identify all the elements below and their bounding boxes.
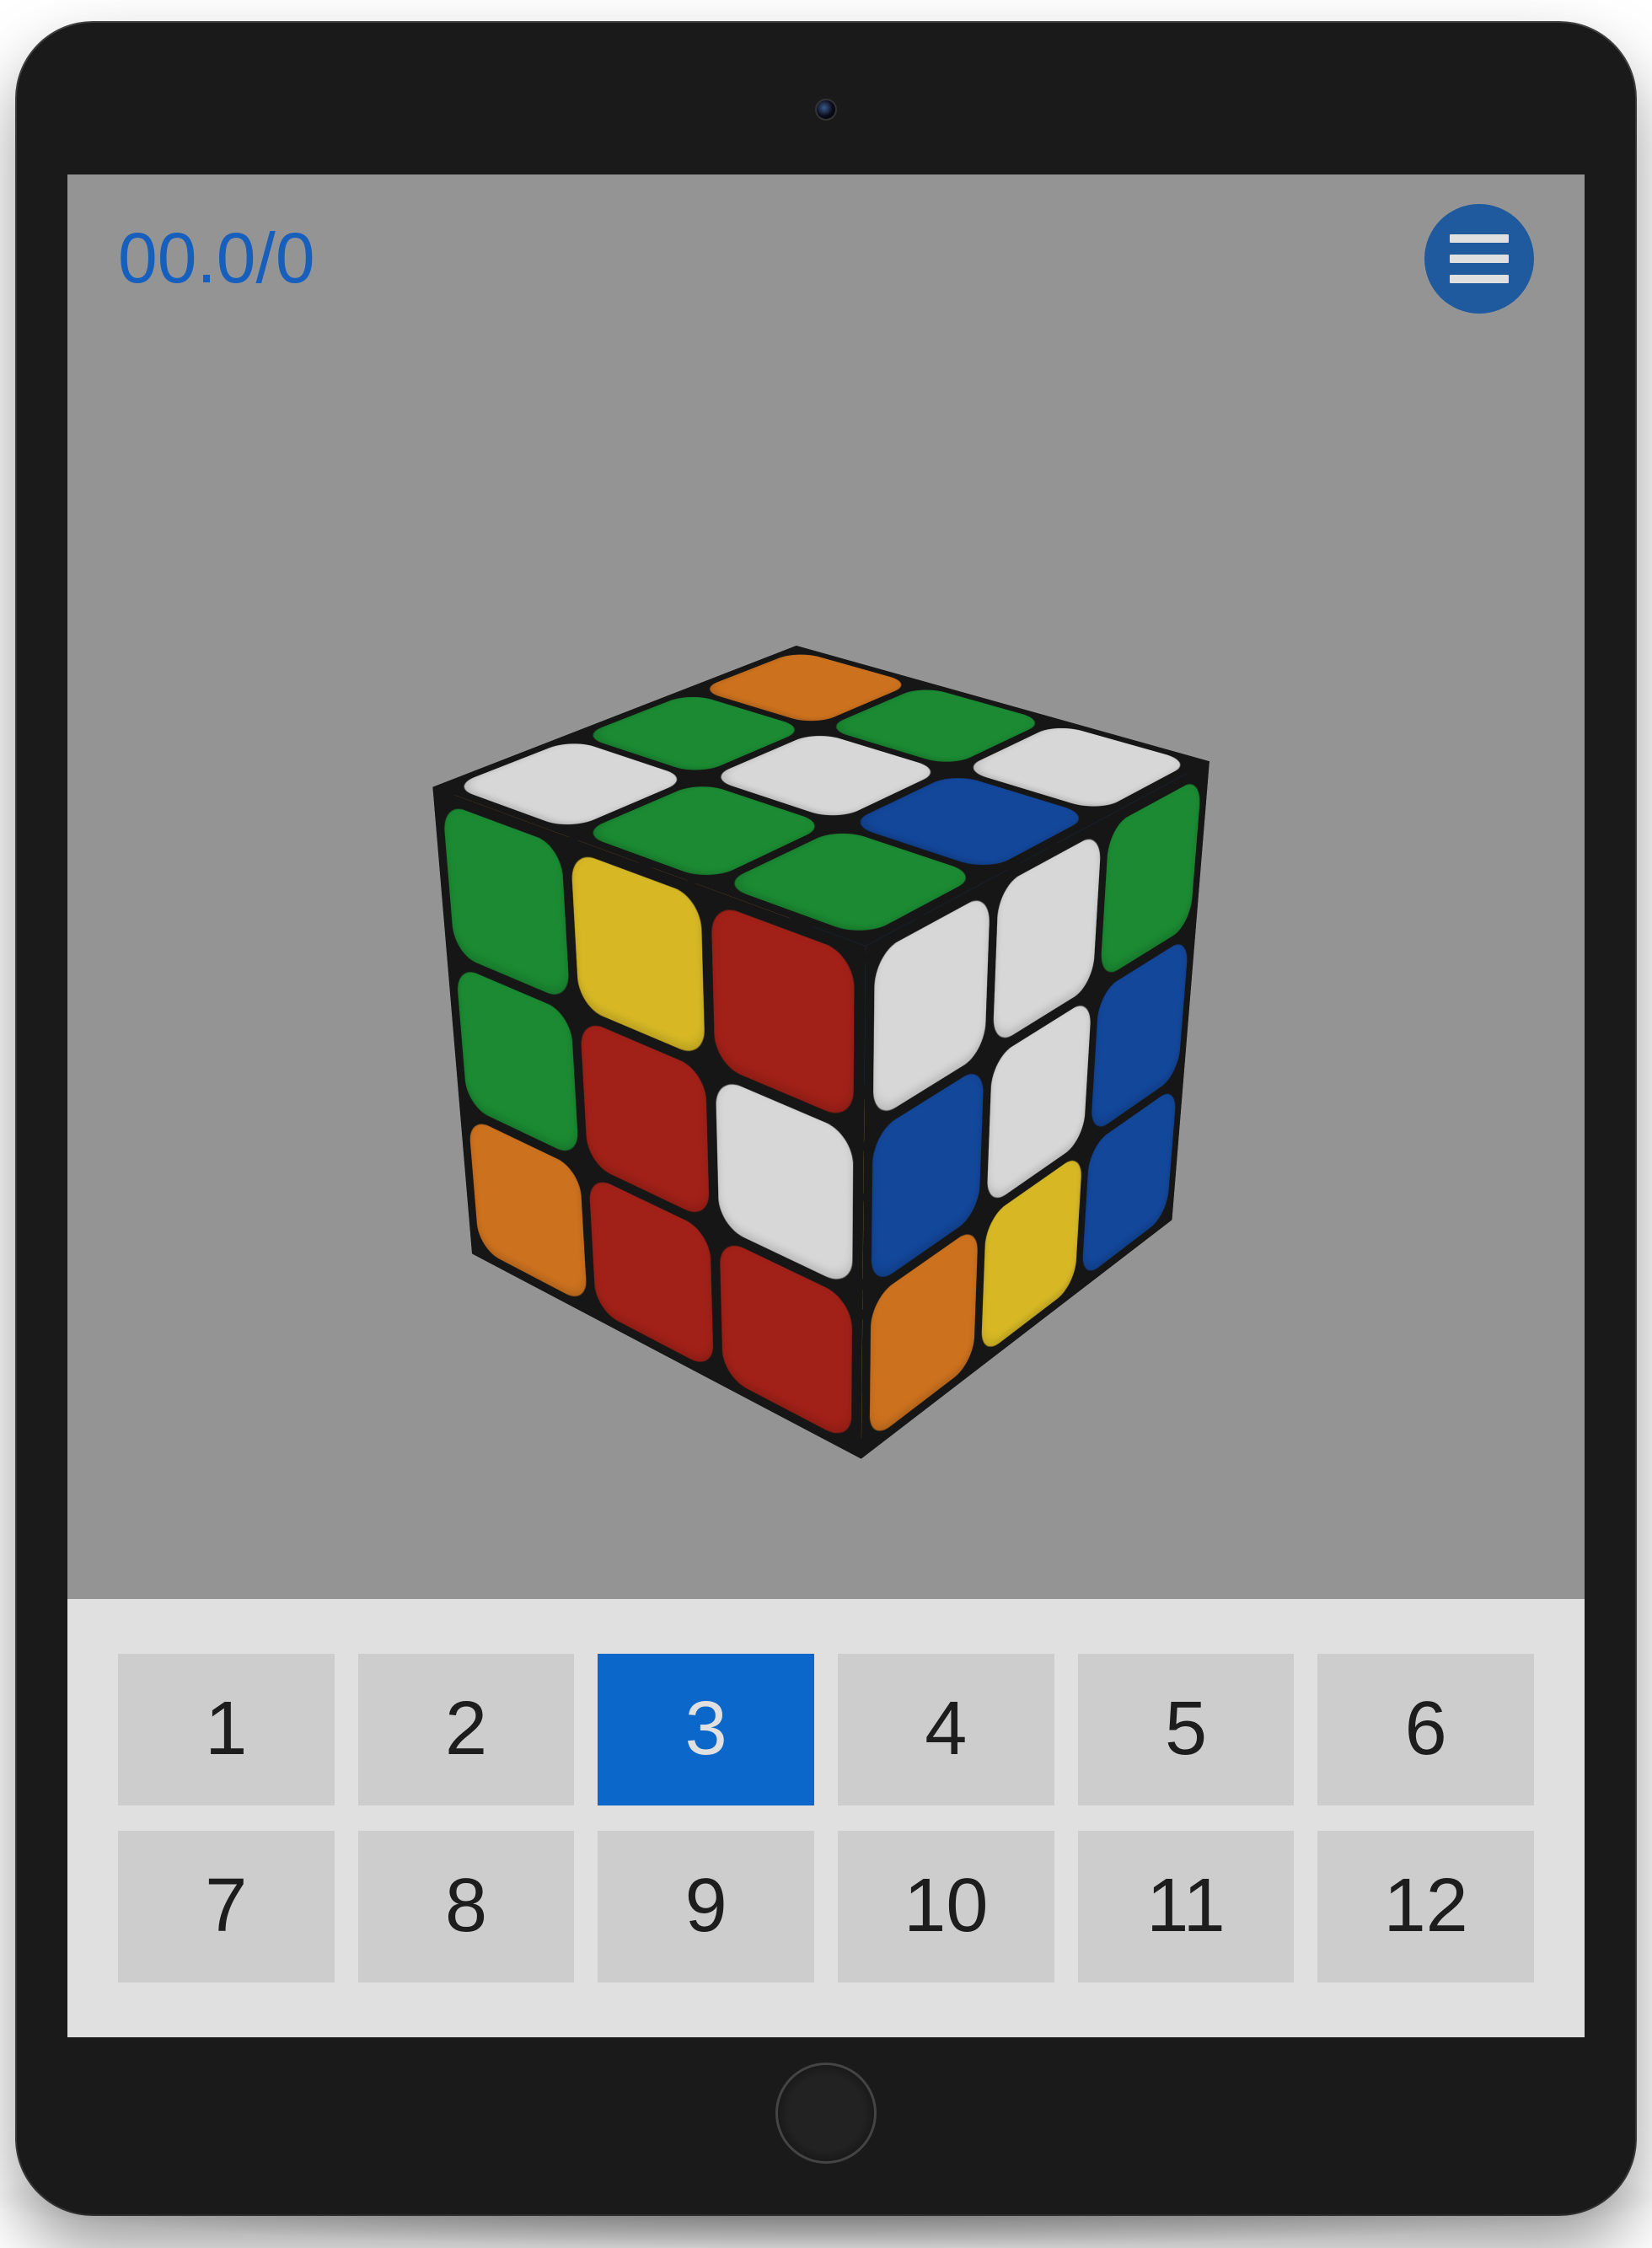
- size-option-11[interactable]: 11: [1078, 1831, 1295, 1982]
- hamburger-icon: [1450, 275, 1509, 283]
- size-option-4[interactable]: 4: [838, 1654, 1054, 1805]
- size-row-2: 789101112: [118, 1831, 1534, 1982]
- cube-tile[interactable]: [442, 802, 571, 1002]
- cube-stage[interactable]: [67, 427, 1585, 1607]
- size-option-9[interactable]: 9: [598, 1831, 814, 1982]
- app-screen: 00.0/0 123456 789101112: [67, 174, 1585, 2037]
- hamburger-icon: [1450, 234, 1509, 243]
- size-option-2[interactable]: 2: [358, 1654, 575, 1805]
- size-option-3[interactable]: 3: [598, 1654, 814, 1805]
- rubiks-cube[interactable]: [628, 711, 1052, 1330]
- size-option-1[interactable]: 1: [118, 1654, 335, 1805]
- size-option-12[interactable]: 12: [1317, 1831, 1534, 1982]
- size-option-6[interactable]: 6: [1317, 1654, 1534, 1805]
- size-option-8[interactable]: 8: [358, 1831, 575, 1982]
- timer-display: 00.0/0: [118, 217, 315, 299]
- size-option-10[interactable]: 10: [838, 1831, 1054, 1982]
- hamburger-icon: [1450, 255, 1509, 263]
- tablet-home-button[interactable]: [775, 2063, 877, 2164]
- tablet-camera: [815, 99, 837, 121]
- size-row-1: 123456: [118, 1654, 1534, 1805]
- top-bar: 00.0/0: [67, 174, 1585, 343]
- size-picker-panel: 123456 789101112: [67, 1599, 1585, 2037]
- tablet-device-frame: 00.0/0 123456 789101112: [17, 23, 1635, 2214]
- size-option-7[interactable]: 7: [118, 1831, 335, 1982]
- menu-button[interactable]: [1424, 204, 1534, 314]
- size-option-5[interactable]: 5: [1078, 1654, 1295, 1805]
